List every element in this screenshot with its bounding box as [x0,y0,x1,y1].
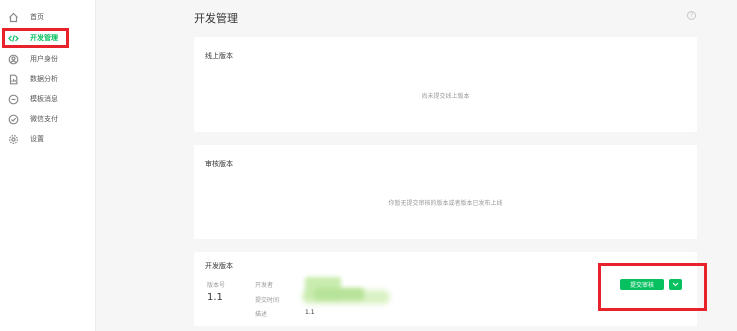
developer-label: 开发者 [255,282,274,289]
sidebar-item-label: 微信支付 [30,115,58,123]
sidebar-item-label: 首页 [30,13,44,21]
review-version-card: 审核版本 你暂无提交审核的版本或者版本已发布上线 [194,145,697,239]
nav-highlight-box [2,28,69,48]
redacted-time [314,288,364,300]
description-value: 1.1 [305,309,315,316]
card-title: 审核版本 [205,160,233,168]
button-highlight-box [598,263,707,311]
sidebar-item-template-message[interactable]: 模板消息 [0,89,96,109]
sidebar-item-wechat-pay[interactable]: 微信支付 [0,109,96,129]
document-chart-icon [8,74,19,85]
card-title: 开发版本 [205,262,233,270]
user-circle-icon [8,54,19,65]
version-number: 1.1 [207,292,223,303]
sidebar-item-data-analysis[interactable]: 数据分析 [0,69,96,89]
home-icon [8,12,19,23]
sidebar-item-label: 用户身份 [30,55,58,63]
sidebar-item-user-identity[interactable]: 用户身份 [0,49,96,69]
sidebar-item-label: 数据分析 [30,75,58,83]
empty-state-text: 你暂无提交审核的版本或者版本已发布上线 [388,200,503,207]
empty-state-text: 尚未提交线上版本 [421,93,470,100]
page-title: 开发管理 [194,12,238,25]
online-version-card: 线上版本 尚未提交线上版本 [194,37,697,132]
sidebar-item-home[interactable]: 首页 [0,7,96,27]
sidebar-item-label: 设置 [30,135,44,143]
sidebar: 首页 开发管理 用户身份 数据分析 模板消息 微信支付 设置 [0,0,96,331]
help-icon[interactable]: ? [687,11,696,20]
check-circle-icon [8,114,19,125]
description-label: 描述 [255,311,268,318]
sidebar-item-settings[interactable]: 设置 [0,129,96,149]
gear-icon [8,134,19,145]
sidebar-item-label: 模板消息 [30,95,58,103]
message-icon [8,94,19,105]
card-title: 线上版本 [205,52,233,60]
submit-time-label: 提交时间 [255,297,280,304]
version-label: 版本号 [207,282,226,289]
